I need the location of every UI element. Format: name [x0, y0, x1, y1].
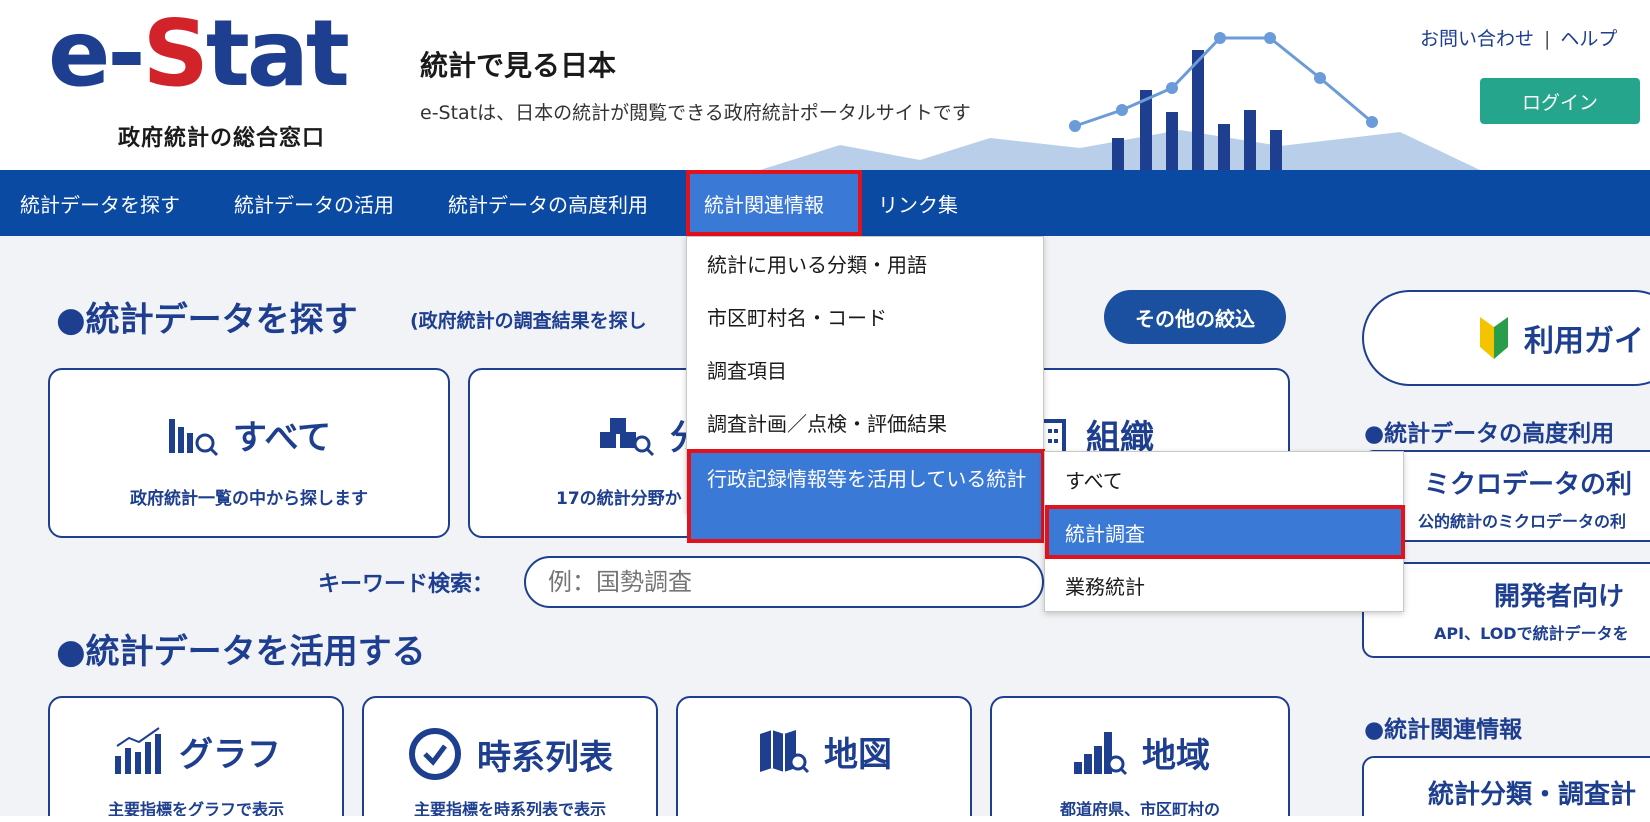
card-all-title: すべて — [232, 418, 332, 458]
card-timeseries-title: 時系列表 — [477, 737, 613, 778]
keyword-search-label: キーワード検索： — [318, 572, 495, 597]
keyword-search-input[interactable] — [524, 556, 1044, 608]
map-search-icon — [760, 730, 810, 774]
logo-text-e: e- — [48, 0, 146, 107]
dropdown-item-municipality-code[interactable]: 市区町村名・コード — [687, 290, 1045, 343]
microdata-title: ミクロデータの利 — [1424, 470, 1633, 500]
card-region-title: 地域 — [1142, 735, 1210, 776]
logo-subtitle: 政府統計の総合窓口 — [118, 126, 326, 151]
submenu-item-all[interactable]: すべて — [1045, 452, 1405, 506]
submenu-item-business-statistics[interactable]: 業務統計 — [1045, 558, 1405, 612]
bottom-strip — [0, 816, 1650, 822]
usage-guide-label: 利用ガイド — [1524, 324, 1650, 359]
cubes-search-icon — [600, 417, 655, 456]
card-all[interactable]: すべて 政府統計一覧の中から探します — [48, 368, 450, 538]
logo-text-s: S — [142, 0, 209, 107]
nav-item-links[interactable]: リンク集 — [878, 170, 958, 236]
card-map-title: 地図 — [824, 734, 892, 775]
card-all-desc: 政府統計一覧の中から探します — [130, 489, 368, 509]
developer-title: 開発者向け — [1494, 582, 1625, 612]
developer-desc: API、LODで統計データを — [1434, 624, 1629, 643]
graph-icon — [115, 727, 161, 774]
main-nav: 統計データを探す 統計データの活用 統計データの高度利用 統計関連情報 リンク集 — [0, 170, 1650, 236]
other-filter-button[interactable]: その他の絞込 — [1104, 290, 1286, 344]
dropdown-item-survey-plan[interactable]: 調査計画／点検・評価結果 — [687, 396, 1045, 449]
dropdown-item-classification[interactable]: 統計に用いる分類・用語 — [687, 237, 1045, 290]
card-graph-title: グラフ — [179, 734, 281, 775]
advanced-use-title: ●統計データの高度利用 — [1364, 421, 1615, 447]
site-header: e-Stat 政府統計の総合窓口 統計で見る日本 e-Statは、日本の統計が閲… — [0, 0, 1650, 170]
submenu-item-statistical-survey[interactable]: 統計調査 — [1045, 505, 1405, 559]
usage-guide-button[interactable]: 利用ガイド — [1362, 290, 1650, 386]
developer-card[interactable]: 開発者向け API、LODで統計データを — [1362, 562, 1650, 658]
link-separator: | — [1544, 28, 1551, 50]
logo-text-tat: tat — [205, 0, 350, 107]
related-info-dropdown: 統計に用いる分類・用語 市区町村名・コード 調査項目 調査計画／点検・評価結果 … — [686, 236, 1045, 543]
estat-logo[interactable]: e-Stat — [48, 8, 350, 100]
microdata-card[interactable]: ミクロデータの利 公的統計のミクロデータの利 — [1362, 450, 1650, 542]
tagline-title: 統計で見る日本 — [420, 49, 617, 82]
nav-item-use-data[interactable]: 統計データの活用 — [234, 170, 394, 236]
bar-chart-search-icon — [168, 418, 218, 456]
dropdown-item-admin-records[interactable]: 行政記録情報等を活用している統計 — [687, 449, 1045, 543]
clock-icon — [409, 728, 461, 780]
header-chart-illustration — [760, 32, 1480, 170]
help-link[interactable]: ヘルプ — [1560, 28, 1617, 50]
classification-title: 統計分類・調査計 — [1428, 780, 1637, 810]
contact-link[interactable]: お問い合わせ — [1420, 28, 1534, 50]
nav-item-related-info[interactable]: 統計関連情報 — [686, 170, 862, 236]
classification-card[interactable]: 統計分類・調査計 — [1362, 756, 1650, 822]
beginner-mark-icon — [1480, 317, 1508, 359]
card-region[interactable]: 地域 都道府県、市区町村の — [990, 696, 1290, 822]
card-graph[interactable]: グラフ 主要指標をグラフで表示 — [48, 696, 344, 822]
search-section-note: (政府統計の調査結果を探し — [410, 310, 647, 332]
admin-records-submenu: すべて 統計調査 業務統計 — [1044, 451, 1405, 612]
related-info-title: ●統計関連情報 — [1364, 717, 1523, 743]
nav-item-advanced-use[interactable]: 統計データの高度利用 — [448, 170, 648, 236]
login-button[interactable]: ログイン — [1480, 78, 1640, 124]
nav-item-search-data[interactable]: 統計データを探す — [20, 170, 180, 236]
top-links: お問い合わせ | ヘルプ — [1420, 24, 1617, 51]
search-section-title: ●統計データを探す — [56, 300, 358, 340]
card-map[interactable]: 地図 — [676, 696, 972, 822]
microdata-desc: 公的統計のミクロデータの利 — [1418, 512, 1627, 531]
card-timeseries[interactable]: 時系列表 主要指標を時系列表で表示 — [362, 696, 658, 822]
dropdown-item-survey-items[interactable]: 調査項目 — [687, 343, 1045, 396]
use-section-title: ●統計データを活用する — [56, 632, 426, 672]
region-chart-icon — [1074, 732, 1128, 776]
